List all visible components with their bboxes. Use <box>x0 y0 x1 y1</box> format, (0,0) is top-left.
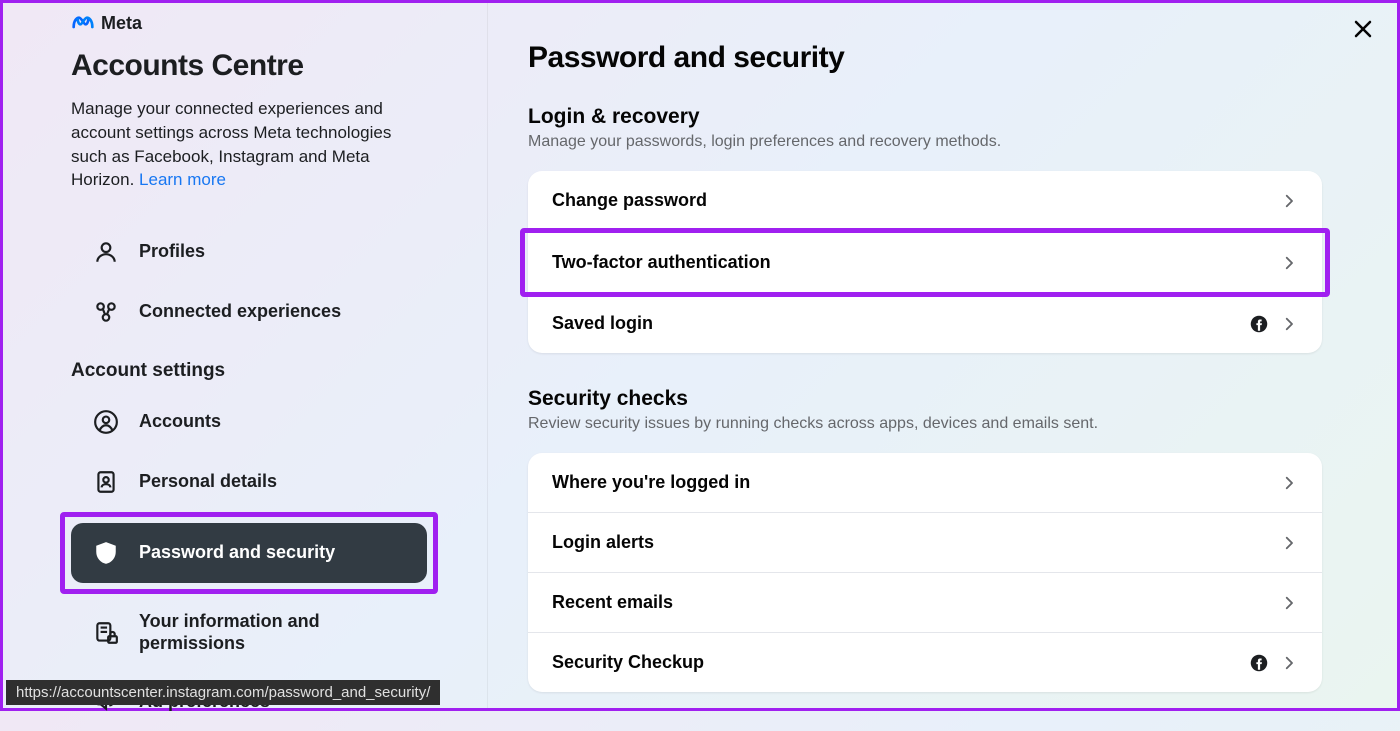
sidebar-item-label: Password and security <box>139 542 335 564</box>
row-label: Change password <box>552 190 707 211</box>
section-description: Manage your passwords, login preferences… <box>528 133 1322 151</box>
sidebar: Meta Accounts Centre Manage your connect… <box>3 3 488 708</box>
close-icon <box>1351 17 1375 41</box>
page-title: Password and security <box>528 41 1322 75</box>
section-title: Login & recovery <box>528 105 1322 129</box>
chevron-right-icon <box>1280 474 1298 492</box>
sidebar-item-information-permissions[interactable]: Your information and permissions <box>71 594 427 671</box>
sidebar-item-connected-experiences[interactable]: Connected experiences <box>71 282 427 342</box>
facebook-icon <box>1250 315 1268 333</box>
row-login-alerts[interactable]: Login alerts <box>528 513 1322 573</box>
row-label: Login alerts <box>552 532 654 553</box>
chevron-right-icon <box>1280 192 1298 210</box>
meta-logo: Meta <box>71 11 427 35</box>
card-security-checks: Where you're logged in Login alerts Rece… <box>528 453 1322 692</box>
sidebar-title: Accounts Centre <box>71 49 427 83</box>
sidebar-item-password-security[interactable]: Password and security <box>71 523 427 583</box>
highlight-box-row: Two-factor authentication <box>520 228 1330 297</box>
section-description: Review security issues by running checks… <box>528 415 1322 433</box>
sidebar-section-heading: Account settings <box>71 360 427 382</box>
status-url-bar: https://accountscenter.instagram.com/pas… <box>6 680 440 705</box>
sidebar-description: Manage your connected experiences and ac… <box>71 97 427 192</box>
meta-logo-icon <box>71 11 95 35</box>
row-change-password[interactable]: Change password <box>528 171 1322 231</box>
sidebar-item-label: Accounts <box>139 411 221 433</box>
section-title: Security checks <box>528 387 1322 411</box>
row-where-logged-in[interactable]: Where you're logged in <box>528 453 1322 513</box>
chevron-right-icon <box>1280 654 1298 672</box>
meta-logo-text: Meta <box>101 13 142 34</box>
close-button[interactable] <box>1347 13 1379 45</box>
chevron-right-icon <box>1280 594 1298 612</box>
row-security-checkup[interactable]: Security Checkup <box>528 633 1322 692</box>
section-login-recovery: Login & recovery Manage your passwords, … <box>528 105 1322 353</box>
document-lock-icon <box>93 620 119 646</box>
row-label: Where you're logged in <box>552 472 750 493</box>
sidebar-item-label: Personal details <box>139 471 277 493</box>
row-label: Two-factor authentication <box>552 252 771 273</box>
sidebar-item-label: Profiles <box>139 241 205 263</box>
section-security-checks: Security checks Review security issues b… <box>528 387 1322 692</box>
person-icon <box>93 239 119 265</box>
account-circle-icon <box>93 409 119 435</box>
row-recent-emails[interactable]: Recent emails <box>528 573 1322 633</box>
highlight-box-sidebar: Password and security <box>60 512 438 594</box>
main-content: Password and security Login & recovery M… <box>488 3 1397 708</box>
shield-icon <box>93 540 119 566</box>
chevron-right-icon <box>1280 315 1298 333</box>
accounts-centre-container: Meta Accounts Centre Manage your connect… <box>3 3 1397 708</box>
id-card-icon <box>93 469 119 495</box>
row-label: Saved login <box>552 313 653 334</box>
row-label: Security Checkup <box>552 652 704 673</box>
sidebar-item-accounts[interactable]: Accounts <box>71 392 427 452</box>
row-two-factor-authentication[interactable]: Two-factor authentication <box>528 233 1322 292</box>
chevron-right-icon <box>1280 534 1298 552</box>
sidebar-item-label: Your information and permissions <box>139 611 405 654</box>
sidebar-item-label: Connected experiences <box>139 301 341 323</box>
row-label: Recent emails <box>552 592 673 613</box>
row-saved-login[interactable]: Saved login <box>528 294 1322 353</box>
chevron-right-icon <box>1280 254 1298 272</box>
sidebar-item-personal-details[interactable]: Personal details <box>71 452 427 512</box>
facebook-icon <box>1250 654 1268 672</box>
card-login-recovery: Change password Two-factor authenticatio… <box>528 171 1322 353</box>
sidebar-item-profiles[interactable]: Profiles <box>71 222 427 282</box>
connected-icon <box>93 299 119 325</box>
learn-more-link[interactable]: Learn more <box>139 170 226 189</box>
